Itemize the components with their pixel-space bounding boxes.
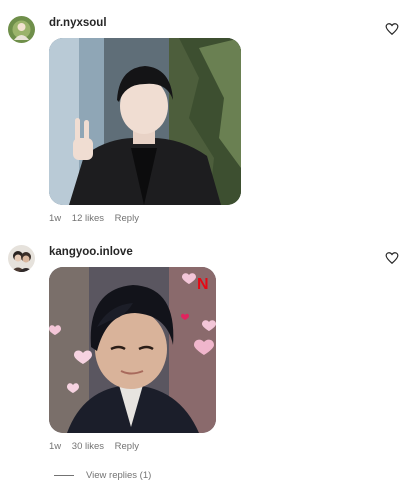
comment-meta: 1w 12 likes Reply: [49, 213, 147, 224]
comment-likes[interactable]: 12 likes: [72, 213, 104, 224]
comment-time: 1w: [49, 441, 62, 452]
comment-gif[interactable]: [49, 38, 241, 205]
comment-gif[interactable]: N: [49, 267, 216, 433]
avatar[interactable]: [8, 245, 35, 272]
comment-meta: 1w 30 likes Reply: [49, 441, 147, 452]
reply-button[interactable]: Reply: [115, 441, 139, 452]
heart-icon[interactable]: [385, 251, 399, 265]
comment-username[interactable]: kangyoo.inlove: [49, 246, 133, 258]
svg-text:N: N: [197, 276, 209, 293]
divider-line: [54, 475, 74, 476]
reply-button[interactable]: Reply: [115, 213, 139, 224]
comment-likes[interactable]: 30 likes: [72, 441, 104, 452]
heart-icon[interactable]: [385, 22, 399, 36]
view-replies-label: View replies (1): [86, 470, 152, 481]
comment-time: 1w: [49, 213, 62, 224]
view-replies-button[interactable]: View replies (1): [54, 470, 151, 481]
comment-username[interactable]: dr.nyxsoul: [49, 17, 107, 29]
avatar[interactable]: [8, 16, 35, 43]
